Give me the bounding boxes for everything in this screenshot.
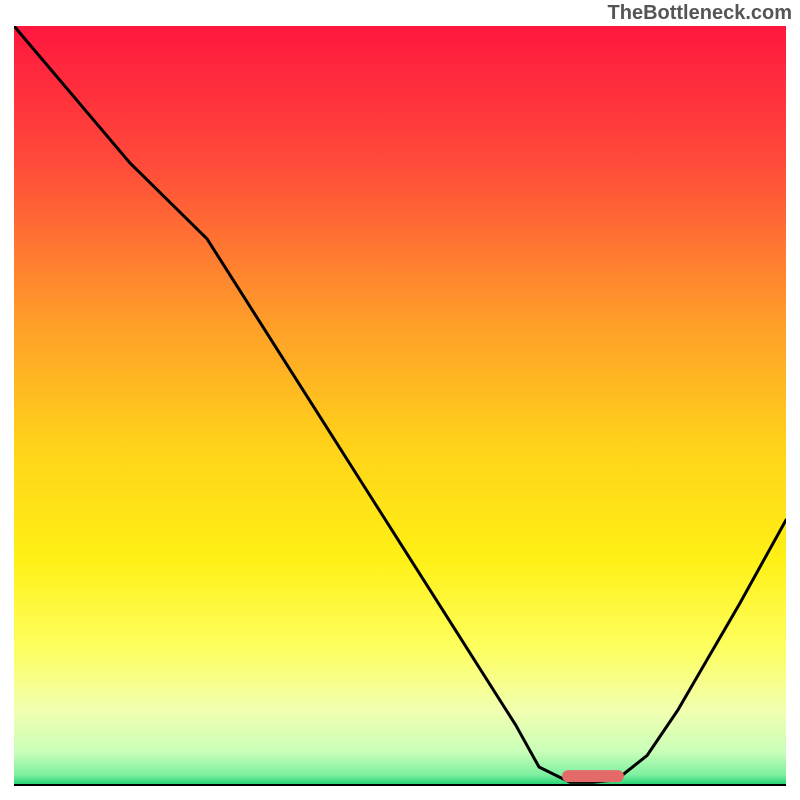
watermark-text: TheBottleneck.com — [608, 2, 792, 25]
optimal-range-marker — [562, 770, 624, 782]
chart-background-gradient — [14, 26, 786, 786]
chart-container — [14, 26, 786, 786]
bottleneck-chart — [14, 26, 786, 786]
